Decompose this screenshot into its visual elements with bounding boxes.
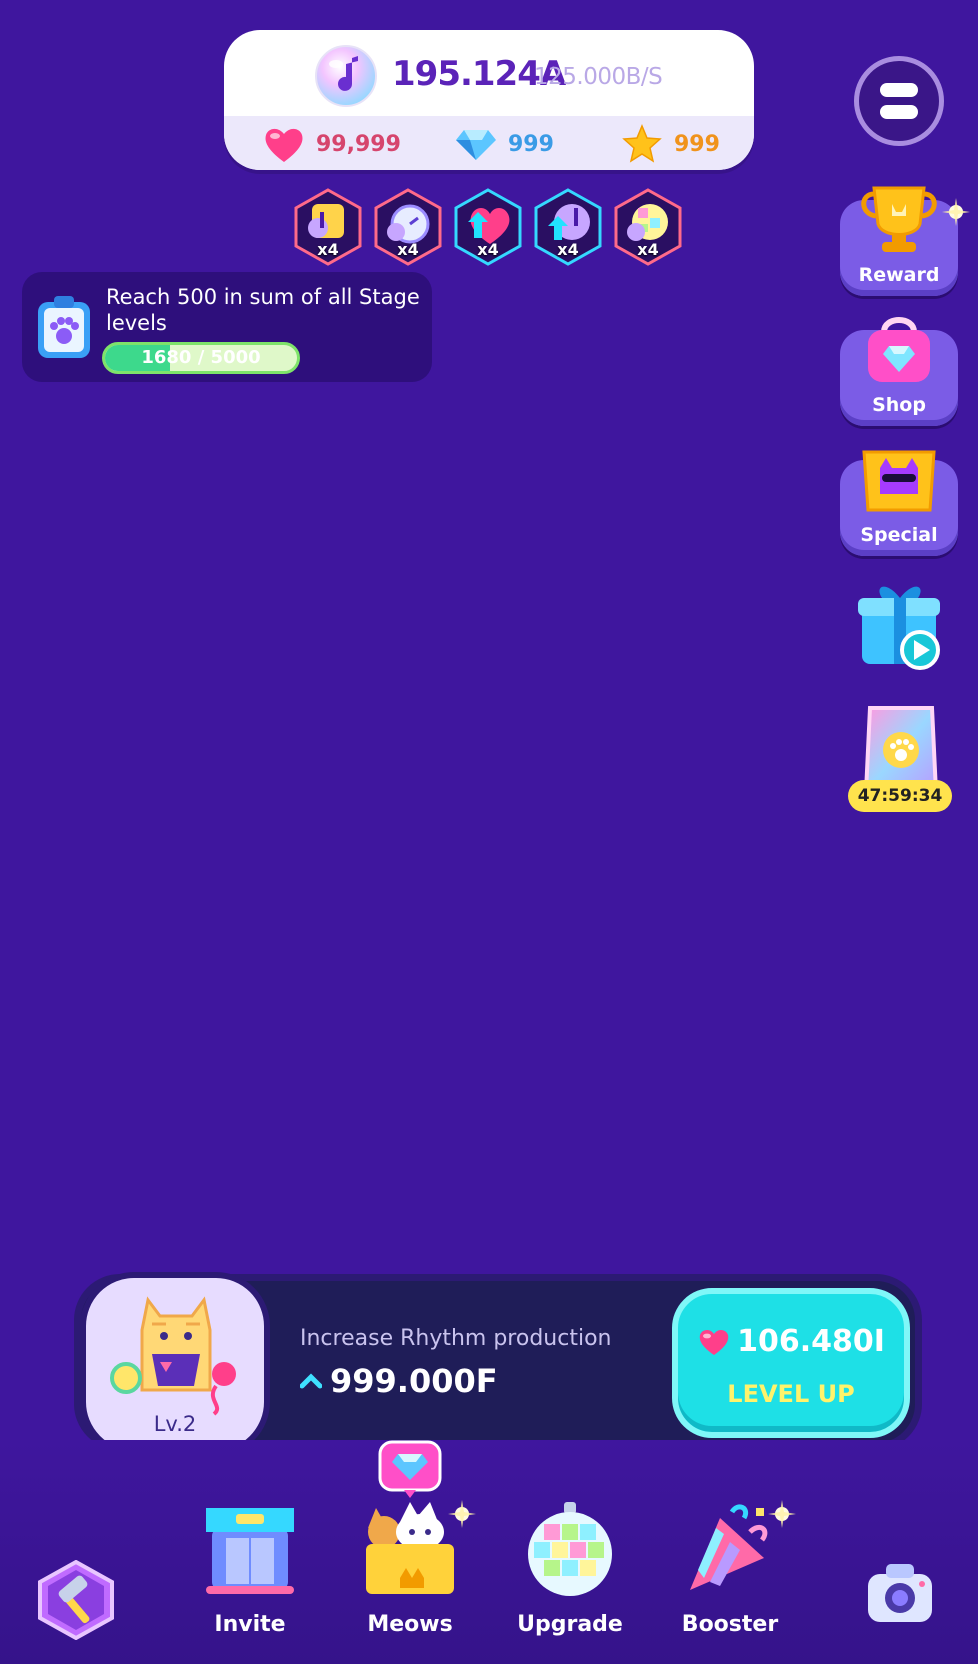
pack-timer: 47:59:34: [848, 780, 952, 812]
sparkle-icon: [942, 198, 970, 226]
nav-invite-label: Invite: [214, 1612, 286, 1637]
shop-label: Shop: [872, 394, 926, 416]
trophy-icon: [861, 186, 937, 252]
cat-character-icon: [110, 1296, 236, 1416]
level-up-label: LEVEL UP: [727, 1380, 855, 1408]
build-hammer-button[interactable]: [36, 1560, 116, 1640]
boost-count: x4: [557, 240, 579, 259]
chevron-up-icon: [300, 1373, 322, 1389]
storefront-icon: [206, 1508, 294, 1594]
star-icon: [622, 124, 662, 163]
camera-button[interactable]: [864, 1560, 936, 1626]
gem-notification-icon: [378, 1440, 442, 1498]
nav-meows-label: Meows: [367, 1612, 453, 1637]
nav-invite[interactable]: Invite: [180, 1498, 320, 1648]
shopping-bag-icon: [868, 317, 930, 382]
reward-button[interactable]: Reward: [840, 186, 958, 296]
upgrade-value-row: 999.000F: [300, 1362, 498, 1400]
level-up-cost: 106.480I: [678, 1324, 904, 1359]
stars-counter[interactable]: 999: [620, 124, 720, 164]
gems-counter[interactable]: 999: [454, 124, 554, 164]
mission-text: Reach 500 in sum of all Stage levels: [106, 285, 420, 335]
cat-level: Lv.2: [153, 1412, 197, 1436]
reward-label: Reward: [858, 264, 940, 286]
boost-badge-2[interactable]: x4: [372, 188, 444, 266]
video-gift-button[interactable]: [856, 576, 948, 672]
currency-panel: 195.124A 125.000B/S 99,999 999 999: [224, 30, 754, 170]
gems-value: 999: [508, 131, 554, 157]
level-up-cost-value: 106.480I: [737, 1324, 885, 1359]
gem-icon: [456, 130, 496, 160]
cats-box-icon: [366, 1502, 454, 1594]
disco-ball-icon: [528, 1502, 612, 1596]
boost-badge-3[interactable]: x4: [452, 188, 524, 266]
sparkle-icon: [448, 1500, 476, 1528]
nav-upgrade-label: Upgrade: [517, 1612, 623, 1637]
boost-count: x4: [637, 240, 659, 259]
mission-progress-bar: 1680 / 5000: [102, 342, 300, 374]
boost-count: x4: [397, 240, 419, 259]
shop-button[interactable]: Shop: [840, 317, 958, 426]
mission-progress-label: 1680 / 5000: [141, 347, 261, 368]
special-button[interactable]: Special: [840, 450, 958, 556]
upgrade-value: 999.000F: [330, 1362, 498, 1400]
cat-portrait[interactable]: Lv.2: [80, 1272, 270, 1456]
boost-badge-4[interactable]: x4: [532, 188, 604, 266]
menu-icon: [880, 83, 918, 97]
heart-icon: [699, 1329, 729, 1355]
mission-card[interactable]: Reach 500 in sum of all Stage levels 168…: [22, 272, 432, 382]
boost-count: x4: [477, 240, 499, 259]
boost-badge-5[interactable]: x4: [612, 188, 684, 266]
sparkle-icon: [768, 1500, 796, 1528]
nav-upgrade[interactable]: Upgrade: [500, 1498, 640, 1648]
special-label: Special: [860, 524, 938, 546]
rhythm-orb-icon: [315, 45, 377, 107]
party-popper-icon: [690, 1504, 768, 1590]
menu-button[interactable]: [854, 56, 944, 146]
nav-booster-label: Booster: [681, 1612, 779, 1637]
clipboard-paw-icon: [38, 296, 90, 358]
level-up-button[interactable]: 106.480I LEVEL UP: [672, 1288, 910, 1438]
menu-icon-bar: [880, 105, 918, 119]
hearts-value: 99,999: [316, 131, 401, 157]
boost-badge-1[interactable]: x4: [292, 188, 364, 266]
stars-value: 999: [674, 131, 720, 157]
upgrade-description: Increase Rhythm production: [300, 1326, 612, 1351]
boost-count: x4: [317, 240, 339, 259]
rhythm-row: 195.124A 125.000B/S: [224, 30, 754, 116]
rhythm-rate: 125.000B/S: [534, 64, 663, 90]
bottom-nav: [0, 1440, 978, 1664]
hearts-counter[interactable]: 99,999: [262, 124, 401, 164]
currency-row: 99,999 999 999: [224, 116, 754, 170]
heart-icon: [265, 128, 303, 162]
special-ticket-icon: [862, 450, 936, 512]
